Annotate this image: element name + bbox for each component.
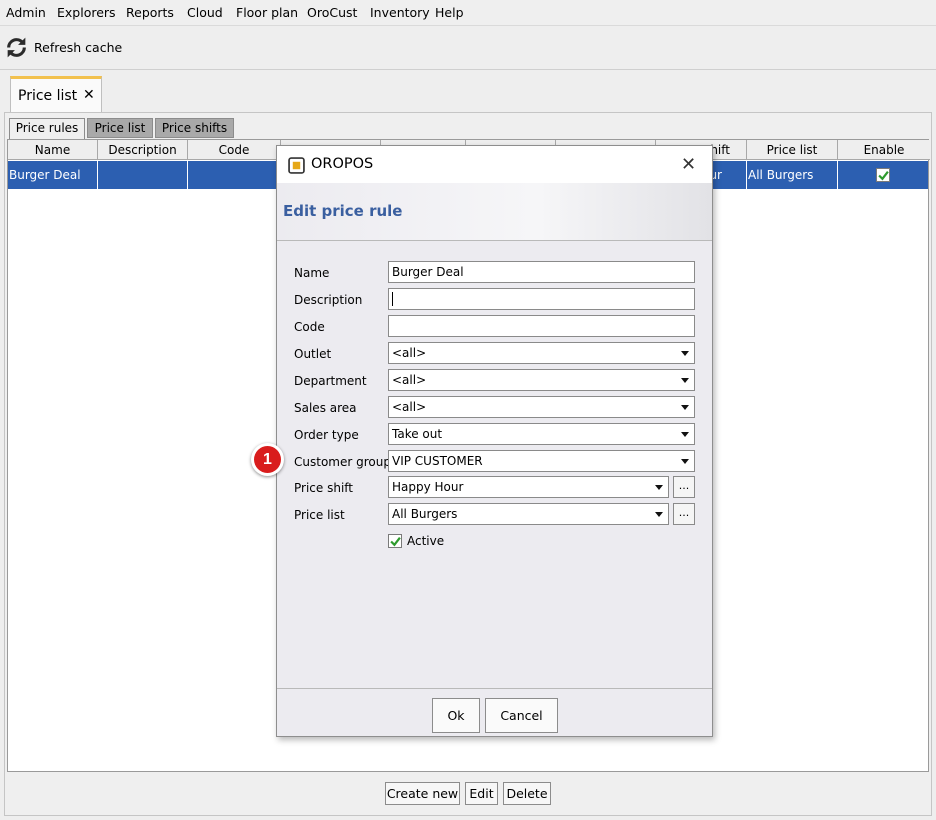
cell-name: Burger Deal (8, 161, 98, 189)
code-label: Code (294, 320, 325, 334)
department-select[interactable]: <all> (388, 369, 695, 391)
price-list-label: Price list (294, 508, 345, 522)
edit-button[interactable]: Edit (465, 782, 498, 805)
cancel-button[interactable]: Cancel (485, 698, 558, 733)
menu-bar: Admin Explorers Reports Cloud Floor plan… (0, 0, 936, 26)
cell-price-list: All Burgers (747, 161, 838, 189)
column-header-code[interactable]: Code (188, 140, 281, 160)
subtab-price-rules[interactable]: Price rules (9, 118, 85, 139)
outlet-select[interactable]: <all> (388, 342, 695, 364)
price-list-select[interactable]: All Burgers (388, 503, 669, 525)
step-annotation-badge: 1 (251, 443, 284, 476)
checkmark-icon (877, 170, 889, 180)
menu-inventory[interactable]: Inventory (370, 5, 430, 20)
tab-price-list[interactable]: Price list ✕ (10, 76, 102, 113)
customer-group-label: Customer group (294, 455, 391, 469)
name-field[interactable]: Burger Deal (388, 261, 695, 283)
subtab-price-shifts[interactable]: Price shifts (155, 118, 234, 138)
menu-help[interactable]: Help (435, 5, 464, 20)
oropos-logo-icon (288, 157, 305, 174)
outlet-label: Outlet (294, 347, 332, 361)
description-field[interactable] (388, 288, 695, 310)
name-label: Name (294, 266, 330, 280)
browse-price-shift-button[interactable]: ... (673, 476, 695, 498)
delete-button[interactable]: Delete (503, 782, 551, 805)
sales-area-label: Sales area (294, 401, 357, 415)
refresh-cache-button[interactable]: Refresh cache (4, 33, 122, 61)
column-header-name[interactable]: Name (8, 140, 98, 160)
checkmark-icon (389, 536, 401, 546)
close-tab-icon[interactable]: ✕ (83, 87, 95, 103)
menu-reports[interactable]: Reports (126, 5, 174, 20)
create-new-button[interactable]: Create new (385, 782, 460, 805)
dialog-title: OROPOS (311, 156, 374, 172)
menu-floor-plan[interactable]: Floor plan (236, 5, 298, 20)
dialog-titlebar[interactable]: OROPOS ✕ (277, 146, 712, 183)
cell-enable (838, 161, 928, 189)
order-type-select[interactable]: Take out (388, 423, 695, 445)
refresh-cache-label: Refresh cache (34, 39, 123, 55)
tab-price-list-label: Price list (18, 88, 78, 104)
step-number: 1 (254, 446, 281, 473)
department-label: Department (294, 374, 367, 388)
active-checkbox-row[interactable]: Active (388, 534, 444, 548)
cell-description (98, 161, 188, 189)
description-label: Description (294, 293, 363, 307)
menu-cloud[interactable]: Cloud (187, 5, 223, 20)
ok-button[interactable]: Ok (432, 698, 480, 733)
column-header-description[interactable]: Description (98, 140, 188, 160)
column-header-price-list[interactable]: Price list (747, 140, 838, 160)
browse-price-list-button[interactable]: ... (673, 503, 695, 525)
subtab-price-list[interactable]: Price list (87, 118, 153, 138)
price-shift-label: Price shift (294, 481, 353, 495)
menu-explorers[interactable]: Explorers (57, 5, 116, 20)
menu-orocust[interactable]: OroCust (307, 5, 357, 20)
dialog-heading: Edit price rule (283, 202, 403, 220)
close-icon[interactable]: ✕ (681, 154, 696, 175)
price-shift-select[interactable]: Happy Hour (388, 476, 669, 498)
sales-area-select[interactable]: <all> (388, 396, 695, 418)
code-field[interactable] (388, 315, 695, 337)
order-type-label: Order type (294, 428, 359, 442)
enable-checkbox[interactable] (876, 168, 890, 182)
customer-group-select[interactable]: VIP CUSTOMER (388, 450, 695, 472)
dialog-header: Edit price rule (277, 183, 712, 241)
toolbar: Refresh cache (0, 27, 936, 70)
menu-admin[interactable]: Admin (6, 5, 46, 20)
dialog-footer: Ok Cancel (277, 688, 712, 736)
edit-price-rule-dialog: OROPOS ✕ Edit price rule Name Burger Dea… (276, 145, 713, 737)
refresh-icon (7, 37, 26, 57)
active-checkbox[interactable] (388, 534, 402, 548)
text-cursor (392, 292, 393, 306)
column-header-enable[interactable]: Enable (838, 140, 930, 160)
cell-code (188, 161, 281, 189)
active-label: Active (407, 534, 445, 548)
